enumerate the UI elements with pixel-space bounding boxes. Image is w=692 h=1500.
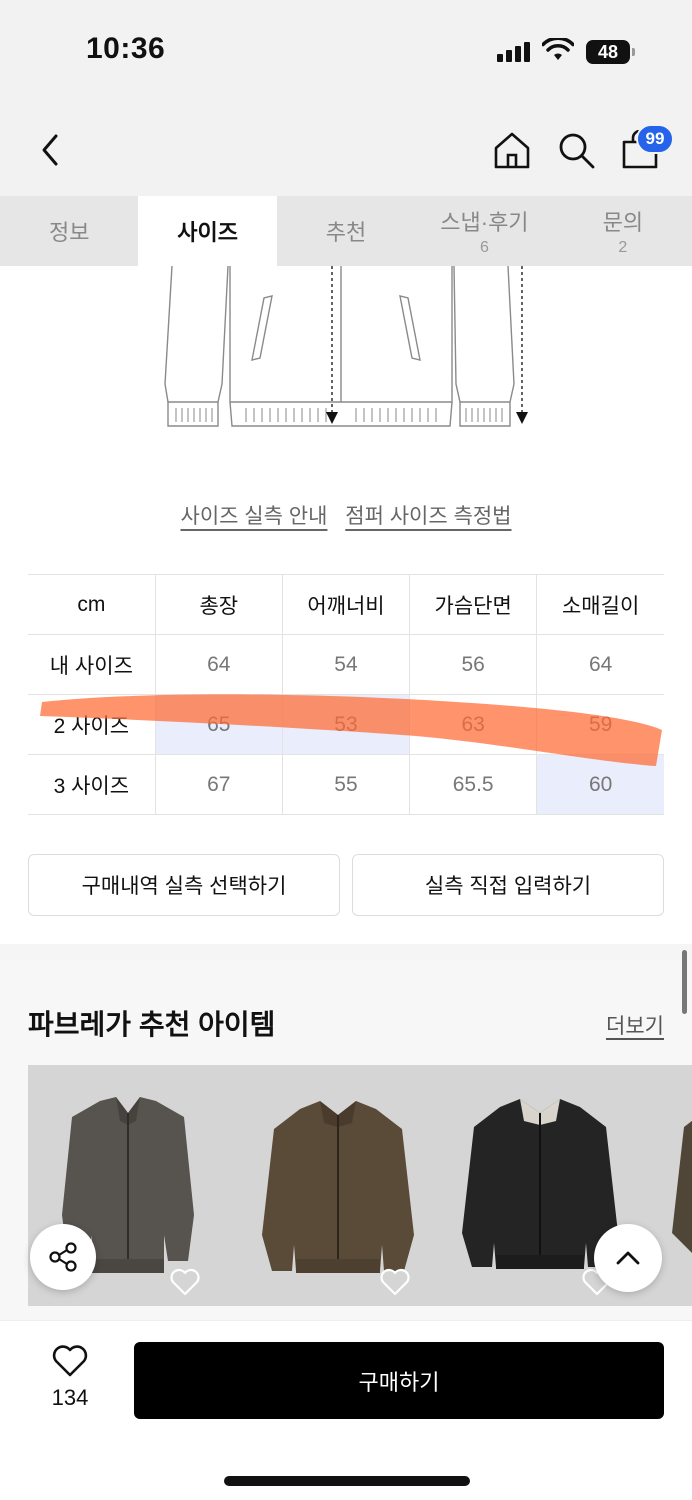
like-button[interactable]: 134 <box>40 1344 100 1411</box>
column-header: 가슴단면 <box>409 574 538 635</box>
tab-label: 추천 <box>325 220 367 245</box>
heart-icon[interactable] <box>380 1268 410 1296</box>
tab-label: 사이즈 <box>177 220 238 245</box>
tab-info[interactable]: 정보 <box>0 196 138 266</box>
home-icon[interactable] <box>492 130 532 170</box>
table-cell: 53 <box>281 694 411 755</box>
table-cell: 63 <box>409 694 538 755</box>
table-row-size-3: 3 사이즈 67 55 65.5 60 <box>28 754 664 815</box>
size-guide-links: 사이즈 실측 안내 점퍼 사이즈 측정법 <box>0 500 692 530</box>
row-label: 2 사이즈 <box>28 694 156 755</box>
jumper-measure-method-link[interactable]: 점퍼 사이즈 측정법 <box>345 505 511 528</box>
table-cell: 64 <box>154 634 283 695</box>
table-cell: 67 <box>154 754 283 815</box>
heart-icon[interactable] <box>170 1268 200 1296</box>
heart-icon <box>52 1345 88 1377</box>
tab-count: 2 <box>618 239 628 256</box>
cellular-signal-icon <box>497 42 531 62</box>
table-cell: 54 <box>281 634 411 695</box>
battery-indicator: 48 <box>586 40 635 64</box>
home-indicator <box>224 1476 470 1486</box>
product-card[interactable] <box>238 1065 438 1306</box>
table-row-my-size: 내 사이즈 64 54 56 64 <box>28 634 664 695</box>
share-button[interactable] <box>30 1224 96 1290</box>
chevron-up-icon <box>616 1251 640 1265</box>
more-link[interactable]: 더보기 <box>606 1010 664 1040</box>
buy-button[interactable]: 구매하기 <box>134 1342 664 1419</box>
table-cell: 64 <box>536 634 664 695</box>
status-bar: 10:36 48 <box>0 0 692 100</box>
like-count: 134 <box>51 1385 89 1410</box>
tab-label: 정보 <box>48 220 90 245</box>
table-cell: 55 <box>281 754 411 815</box>
scrollbar[interactable] <box>682 950 687 1014</box>
table-cell: 65 <box>154 694 283 755</box>
jacket-size-diagram <box>164 266 528 427</box>
tab-size[interactable]: 사이즈 <box>138 196 277 266</box>
row-label: 내 사이즈 <box>28 634 156 695</box>
product-carousel[interactable] <box>28 1065 692 1306</box>
table-cell: 60 <box>536 754 664 815</box>
tab-snap-review[interactable]: 스냅·후기 6 <box>415 196 553 266</box>
size-table: cm 총장 어깨너비 가슴단면 소매길이 내 사이즈 64 54 56 64 2… <box>28 574 664 815</box>
top-nav <box>0 100 692 196</box>
unit-header: cm <box>28 574 156 635</box>
select-purchase-history-button[interactable]: 구매내역 실측 선택하기 <box>28 854 340 916</box>
tab-bar: 정보 사이즈 추천 스냅·후기 6 문의 2 <box>0 196 692 266</box>
column-header: 소매길이 <box>536 574 664 635</box>
share-icon <box>49 1242 77 1272</box>
tab-count: 6 <box>479 239 489 256</box>
back-icon[interactable] <box>36 132 64 168</box>
actual-size-guide-link[interactable]: 사이즈 실측 안내 <box>181 505 328 528</box>
scroll-top-button[interactable] <box>594 1224 662 1292</box>
tab-recommend[interactable]: 추천 <box>277 196 415 266</box>
column-header: 총장 <box>154 574 283 635</box>
search-icon[interactable] <box>556 130 596 170</box>
table-row-size-2: 2 사이즈 65 53 63 59 <box>28 694 664 755</box>
column-header: 어깨너비 <box>281 574 411 635</box>
wifi-icon <box>542 38 574 60</box>
tab-label: 문의 <box>602 210 644 235</box>
tab-label: 스냅·후기 <box>440 210 529 235</box>
table-cell: 59 <box>536 694 664 755</box>
section-divider <box>0 944 692 960</box>
table-cell: 65.5 <box>409 754 538 815</box>
tab-inquiry[interactable]: 문의 2 <box>554 196 692 266</box>
recommend-title: 파브레가 추천 아이템 <box>28 1009 276 1040</box>
direct-input-button[interactable]: 실측 직접 입력하기 <box>352 854 664 916</box>
measurement-actions: 구매내역 실측 선택하기 실측 직접 입력하기 <box>28 854 664 916</box>
cart-badge: 99 <box>636 124 674 154</box>
row-label: 3 사이즈 <box>28 754 156 815</box>
status-time: 10:36 <box>86 32 166 65</box>
table-header-row: cm 총장 어깨너비 가슴단면 소매길이 <box>28 574 664 635</box>
table-cell: 56 <box>409 634 538 695</box>
